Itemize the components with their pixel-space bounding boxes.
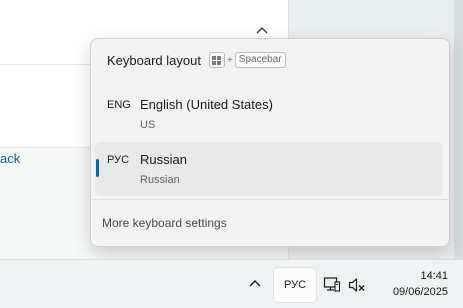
keyboard-layout-flyout: Keyboard layout + Spacebar ENG English (…	[90, 38, 450, 247]
windows-logo-icon	[212, 55, 222, 65]
chevron-up-icon[interactable]	[255, 24, 269, 38]
keyboard-shortcut-hint: + Spacebar	[208, 52, 286, 68]
flyout-header: Keyboard layout + Spacebar	[107, 52, 286, 68]
selection-indicator	[96, 159, 99, 177]
show-hidden-icons-chevron-icon[interactable]	[247, 276, 263, 292]
windows-key-icon	[208, 52, 225, 68]
language-indicator-label: РУС	[283, 279, 307, 291]
clock[interactable]: 14:41 09/06/2025	[376, 268, 448, 300]
layout-subtitle: US	[140, 119, 156, 131]
layout-code: ENG	[107, 99, 131, 111]
layout-item-english[interactable]: ENG English (United States) US	[95, 87, 443, 141]
divider	[91, 199, 449, 200]
clock-time: 14:41	[420, 270, 448, 282]
language-indicator-button[interactable]: РУС	[273, 267, 317, 303]
desktop-edge	[454, 0, 463, 259]
spacebar-key: Spacebar	[234, 52, 286, 68]
clock-date: 09/06/2025	[392, 286, 448, 298]
more-keyboard-settings-link[interactable]: More keyboard settings	[102, 216, 227, 230]
layout-name: Russian	[140, 152, 187, 167]
flyout-title: Keyboard layout	[107, 52, 201, 68]
volume-muted-icon[interactable]	[348, 277, 366, 293]
background-link[interactable]: ack	[0, 151, 20, 166]
layout-item-russian[interactable]: РУС Russian Russian	[95, 142, 443, 196]
layout-subtitle: Russian	[140, 174, 180, 186]
shortcut-plus: +	[226, 54, 233, 66]
layout-name: English (United States)	[140, 97, 273, 112]
layout-code: РУС	[107, 154, 130, 166]
taskbar: РУС 14:41 09/06/2025	[0, 259, 463, 308]
network-ethernet-icon[interactable]	[323, 276, 341, 294]
